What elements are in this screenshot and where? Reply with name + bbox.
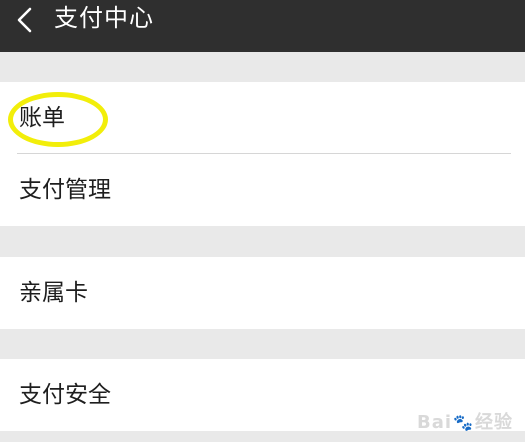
page-title: 支付中心 bbox=[54, 4, 154, 32]
menu-item-bills[interactable]: 账单 bbox=[0, 82, 525, 154]
menu-item-label: 账单 bbox=[19, 105, 65, 131]
title-bar: 支付中心 bbox=[0, 0, 525, 52]
watermark-text-left: Bai bbox=[417, 412, 453, 433]
menu-item-payment-management[interactable]: 支付管理 bbox=[0, 154, 525, 226]
menu-item-label: 亲属卡 bbox=[19, 280, 88, 306]
menu-group-bills: 账单 支付管理 bbox=[0, 82, 525, 226]
menu-item-label: 支付管理 bbox=[19, 177, 111, 203]
menu-item-label: 支付安全 bbox=[19, 382, 111, 408]
paw-icon: 🐾 bbox=[453, 413, 474, 432]
payment-center-screen: 支付中心 账单 支付管理 亲属卡 支付安全 Bai🐾经验 bbox=[0, 0, 525, 442]
menu-item-family-card[interactable]: 亲属卡 bbox=[0, 257, 525, 329]
back-button[interactable] bbox=[4, 0, 44, 40]
baidu-jingyan-watermark: Bai🐾经验 bbox=[417, 408, 513, 434]
menu-group-family-card: 亲属卡 bbox=[0, 257, 525, 329]
chevron-left-icon bbox=[17, 7, 32, 33]
watermark-text-right: 经验 bbox=[475, 412, 513, 433]
